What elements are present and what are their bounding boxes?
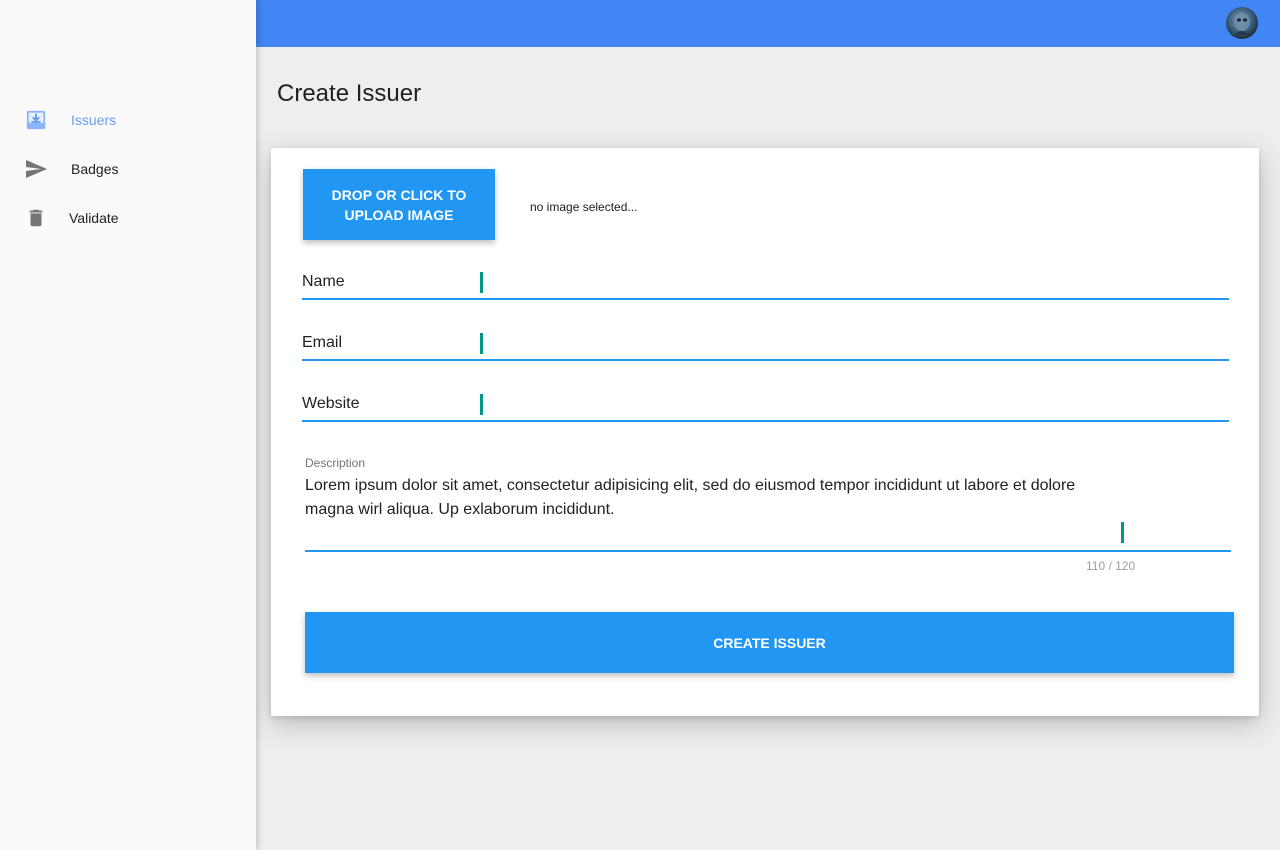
character-counter: 110 / 120: [1086, 559, 1136, 573]
email-label: Email: [302, 334, 343, 351]
text-caret: [1121, 522, 1124, 543]
sidebar: Issuers Badges Validate: [0, 0, 256, 850]
avatar-image: [1234, 13, 1250, 35]
description-label: Description: [305, 456, 366, 470]
sidebar-item-validate[interactable]: Validate: [0, 198, 256, 238]
sidebar-item-label: Validate: [69, 210, 119, 226]
website-input[interactable]: [480, 382, 1220, 418]
trash-icon: [24, 206, 48, 230]
upload-status-text: no image selected...: [530, 200, 638, 214]
sidebar-item-label: Issuers: [71, 112, 117, 128]
create-issuer-card: DROP OR CLICK TO UPLOAD IMAGE no image s…: [271, 148, 1259, 716]
upload-image-button[interactable]: DROP OR CLICK TO UPLOAD IMAGE: [303, 169, 495, 240]
create-issuer-button[interactable]: CREATE ISSUER: [305, 612, 1234, 673]
sidebar-item-label: Badges: [71, 161, 119, 177]
website-label: Website: [302, 395, 360, 412]
name-input[interactable]: [480, 260, 1220, 296]
sidebar-item-issuers[interactable]: Issuers: [0, 100, 256, 140]
send-icon: [24, 157, 48, 181]
email-field: Email: [302, 321, 1229, 361]
name-label: Name: [302, 273, 345, 290]
page-title: Create Issuer: [277, 80, 422, 107]
top-app-bar: [256, 0, 1280, 47]
inbox-download-icon: [24, 108, 48, 132]
sidebar-item-badges[interactable]: Badges: [0, 149, 256, 189]
user-avatar[interactable]: [1226, 7, 1258, 39]
email-input[interactable]: [480, 321, 1220, 357]
description-textarea[interactable]: Lorem ipsum dolor sit amet, consectetur …: [305, 474, 1125, 548]
name-field: Name: [302, 260, 1229, 300]
description-field: Description Lorem ipsum dolor sit amet, …: [305, 450, 1231, 552]
website-field: Website: [302, 382, 1229, 422]
